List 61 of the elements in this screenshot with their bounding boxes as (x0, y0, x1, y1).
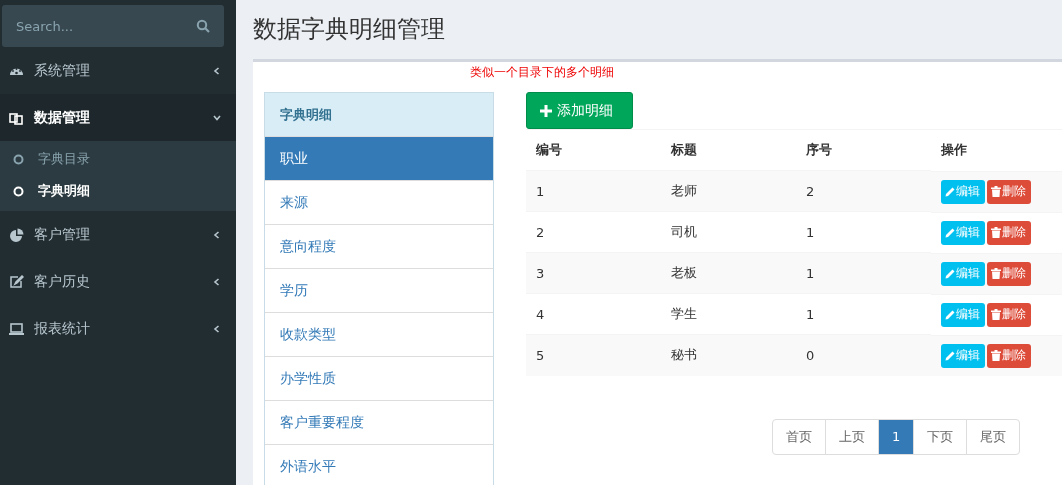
trash-icon (991, 350, 1001, 361)
delete-button[interactable]: 删除 (987, 261, 1031, 286)
list-item[interactable]: 职业 (265, 136, 493, 180)
delete-button[interactable]: 删除 (987, 220, 1031, 245)
pencil-icon (945, 350, 955, 361)
search-icon (196, 19, 210, 33)
laptop-icon (9, 321, 24, 336)
pencil-icon (945, 186, 955, 197)
caret-icon (212, 229, 222, 240)
delete-button[interactable]: 删除 (987, 302, 1031, 327)
list-item[interactable]: 收款类型 (265, 312, 493, 356)
edit-icon (9, 274, 24, 289)
copy-icon (9, 110, 24, 125)
trash-icon (991, 268, 1001, 279)
trash-icon (991, 186, 1001, 197)
pencil-icon (945, 227, 955, 238)
pencil-icon (945, 268, 955, 279)
submenu-item[interactable]: 字典目录 (0, 143, 236, 175)
table-cell: 秘书 (661, 334, 796, 376)
menu-item[interactable]: 客户管理 (0, 211, 236, 258)
table-cell: 0 (796, 334, 931, 376)
list-header: 字典明细 (265, 93, 493, 136)
annotation-text: 类似一个目录下的多个明细 (469, 64, 615, 81)
page-title: 数据字典明细管理 (252, 14, 446, 45)
table-cell: 2 (796, 170, 931, 212)
delete-button[interactable]: 删除 (987, 179, 1031, 204)
page-link[interactable]: 首页 (773, 419, 825, 454)
trash-icon (991, 227, 1001, 238)
list-item[interactable]: 来源 (265, 180, 493, 224)
page-link[interactable]: 1 (878, 419, 914, 454)
plus-icon (540, 104, 552, 117)
menu-item[interactable]: 数据管理 (0, 94, 236, 141)
table-cell: 老师 (661, 170, 796, 212)
delete-button[interactable]: 删除 (987, 343, 1031, 368)
list-item[interactable]: 学历 (265, 268, 493, 312)
list-item[interactable]: 客户重要程度 (265, 400, 493, 444)
submenu-item[interactable]: 字典明细 (0, 175, 236, 207)
circle-icon (13, 185, 24, 197)
table-cell: 5 (526, 334, 661, 376)
add-button[interactable]: 添加明细 (526, 92, 633, 129)
page-link[interactable]: 尾页 (966, 419, 1020, 454)
menu-item[interactable]: 客户历史 (0, 258, 236, 305)
circle-icon (13, 153, 24, 165)
list-item[interactable]: 办学性质 (265, 356, 493, 400)
menu-item[interactable]: 报表统计 (0, 305, 236, 352)
list-item[interactable]: 外语水平 (265, 444, 493, 485)
list-item[interactable]: 意向程度 (265, 224, 493, 268)
table-cell: 1 (796, 252, 931, 294)
table-cell: 1 (526, 170, 661, 212)
pie-chart-icon (9, 227, 24, 242)
table-cell: 老板 (661, 252, 796, 294)
trash-icon (991, 309, 1001, 320)
pencil-icon (945, 309, 955, 320)
menu-item[interactable]: 系统管理 (0, 47, 236, 94)
search-field[interactable]: Search... (2, 5, 224, 47)
page-link[interactable]: 下页 (913, 419, 967, 454)
caret-icon (212, 276, 222, 287)
column-header: 操作 (931, 129, 1062, 171)
table-cell: 3 (526, 252, 661, 294)
caret-icon (212, 65, 222, 76)
caret-icon (212, 323, 222, 334)
